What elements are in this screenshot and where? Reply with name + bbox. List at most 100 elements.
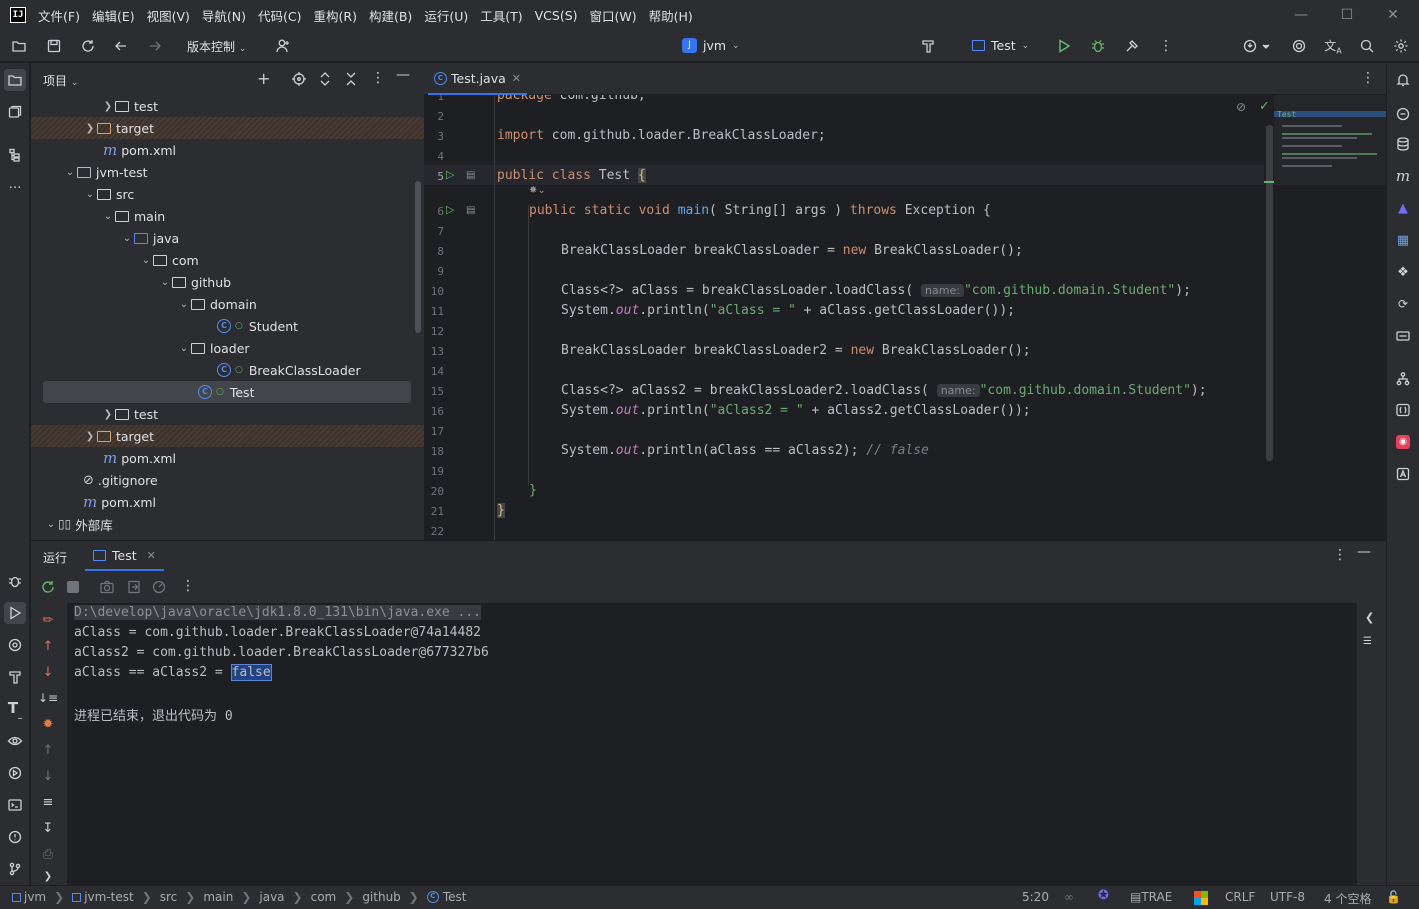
tree-item-student[interactable]: C ○ Student xyxy=(31,315,424,337)
menu-help[interactable]: 帮助(H) xyxy=(649,6,693,25)
chevron-down-icon[interactable]: ⌄ xyxy=(44,519,58,530)
editor-scrollbar[interactable] xyxy=(1266,125,1273,461)
tree-item-pom[interactable]: m pom.xml xyxy=(31,139,424,161)
tree-item-domain[interactable]: ⌄ domain xyxy=(31,293,424,315)
tree-item-breakclassloader[interactable]: C ○ BreakClassLoader xyxy=(31,359,424,381)
terminal-icon[interactable] xyxy=(4,794,26,816)
analyze-icon[interactable]: ✹ xyxy=(39,715,57,733)
no-problems-check-icon[interactable]: ✓ xyxy=(1259,99,1270,114)
minimap[interactable]: Test xyxy=(1274,95,1386,185)
breadcrumb-item[interactable]: main xyxy=(203,890,233,904)
maven-tool-icon[interactable]: m xyxy=(1394,167,1412,185)
json-icon[interactable] xyxy=(1394,401,1412,419)
tree-item-target[interactable]: ❯ target xyxy=(31,425,424,447)
ai-chat-icon[interactable] xyxy=(1394,105,1412,123)
project-view-icon[interactable] xyxy=(4,69,26,91)
notes-icon[interactable]: ▦ xyxy=(1394,231,1412,249)
chevron-down-icon[interactable]: ⌄ xyxy=(120,233,134,244)
run-options-icon[interactable]: ⋮ xyxy=(1333,547,1347,563)
project-scrollbar[interactable] xyxy=(415,181,421,333)
menu-vcs[interactable]: VCS(S) xyxy=(535,8,578,23)
forward-arrow-icon[interactable] xyxy=(145,36,165,56)
more-actions-icon[interactable]: ⋮ xyxy=(1156,36,1176,56)
intellij-logo-icon[interactable]: IJ xyxy=(10,7,26,23)
sort-icon[interactable]: ↓≡ xyxy=(38,689,58,707)
build-project-icon[interactable] xyxy=(1122,36,1142,56)
scroll-up-icon[interactable]: ↑ xyxy=(39,741,57,759)
save-icon[interactable] xyxy=(44,36,64,56)
chevron-down-icon[interactable]: ⌄ xyxy=(101,211,115,222)
lock-icon[interactable]: 🔓 xyxy=(1386,890,1401,904)
open-folder-icon[interactable] xyxy=(9,36,29,56)
database-icon[interactable] xyxy=(1394,135,1412,153)
settings-gear-icon[interactable] xyxy=(1391,36,1411,56)
build-tool-icon[interactable] xyxy=(4,666,26,688)
chevron-down-icon[interactable]: ⌄ xyxy=(177,299,191,310)
breadcrumb-item[interactable]: com xyxy=(311,890,337,904)
editor-tab-test-java[interactable]: C Test.java ✕ xyxy=(428,63,527,95)
tree-item-com[interactable]: ⌄ com xyxy=(31,249,424,271)
ai-hint-icon[interactable]: ✸⌄ xyxy=(529,185,546,196)
structure-icon[interactable] xyxy=(4,144,26,166)
breadcrumb-item[interactable]: Test xyxy=(443,890,467,904)
add-user-icon[interactable] xyxy=(273,36,293,56)
translate-tool-icon[interactable]: ⟳ xyxy=(1394,295,1412,313)
tool-a-icon[interactable] xyxy=(1394,465,1412,483)
menu-edit[interactable]: 编辑(E) xyxy=(92,6,135,25)
services-icon[interactable] xyxy=(4,634,26,656)
keyboard-icon[interactable] xyxy=(1394,327,1412,345)
run-tab-test[interactable]: Test ✕ xyxy=(85,541,164,571)
run-config-selector[interactable]: Test ⌄ xyxy=(972,38,1029,53)
hierarchy-icon[interactable] xyxy=(1394,370,1412,388)
pocket-icon[interactable]: ◉ xyxy=(1394,433,1412,451)
debug-tool-icon[interactable] xyxy=(4,570,26,592)
menu-run[interactable]: 运行(U) xyxy=(424,6,468,25)
caret-position[interactable]: 5:20 xyxy=(1022,890,1049,904)
link-icon[interactable]: ∞ xyxy=(1064,890,1074,904)
tree-item-gitignore[interactable]: ⊘ .gitignore xyxy=(31,469,424,491)
menu-refactor[interactable]: 重构(R) xyxy=(314,6,357,25)
menu-build[interactable]: 构建(B) xyxy=(369,6,412,25)
hide-panel-icon[interactable]: — xyxy=(396,67,410,83)
debug-icon[interactable] xyxy=(1088,36,1108,56)
line-separator[interactable]: CRLF xyxy=(1225,890,1255,904)
menu-tools[interactable]: 工具(T) xyxy=(480,6,522,25)
tree-item-test[interactable]: ❯ test xyxy=(31,403,424,425)
ai-assistant-icon[interactable] xyxy=(1289,36,1309,56)
tree-item-loader[interactable]: ⌄ loader xyxy=(31,337,424,359)
minimize-icon[interactable]: — xyxy=(1278,0,1324,30)
problems-icon[interactable] xyxy=(4,826,26,848)
menu-window[interactable]: 窗口(W) xyxy=(590,6,637,25)
exit-icon[interactable] xyxy=(126,579,142,595)
hide-run-panel-icon[interactable]: — xyxy=(1357,544,1371,560)
expand-all-icon[interactable] xyxy=(318,71,332,87)
terminal-t-icon[interactable]: T_ xyxy=(4,698,26,720)
tree-item-jvm-test[interactable]: ⌄ jvm-test xyxy=(31,161,424,183)
menu-view[interactable]: 视图(V) xyxy=(147,6,190,25)
tree-item-test-class[interactable]: C ○ Test xyxy=(43,381,411,403)
tree-item-src[interactable]: ⌄ src xyxy=(31,183,424,205)
print-icon[interactable]: ⎙ xyxy=(39,845,57,863)
back-arrow-icon[interactable] xyxy=(111,36,131,56)
collapse-sidebar-icon[interactable]: ❮ xyxy=(1365,611,1374,624)
implementation-gutter-icon[interactable]: ▤ xyxy=(466,170,475,181)
editor-options-icon[interactable]: ⋮ xyxy=(1361,70,1375,86)
pin-tab-icon[interactable]: ✏ xyxy=(39,611,57,629)
close-window-icon[interactable]: ✕ xyxy=(1370,0,1416,30)
search-icon[interactable] xyxy=(1357,36,1377,56)
breadcrumb-item[interactable]: github xyxy=(362,890,400,904)
breadcrumb-item[interactable]: jvm xyxy=(24,890,46,904)
file-encoding[interactable]: UTF-8 xyxy=(1270,890,1305,904)
run-class-gutter-icon[interactable]: ▷ xyxy=(446,168,454,181)
trae-widget[interactable]: ▤TRAE xyxy=(1130,890,1172,904)
translate-icon[interactable]: 文A xyxy=(1323,36,1343,56)
structure-side-icon[interactable]: ☰ xyxy=(1363,637,1372,647)
project-panel-title[interactable]: 项目 ⌄ xyxy=(43,72,78,89)
run-main-gutter-icon[interactable]: ▷ xyxy=(446,203,454,216)
tree-item-target[interactable]: ❯ target xyxy=(31,117,424,139)
windows-icon[interactable] xyxy=(1194,891,1208,905)
maximize-icon[interactable]: ☐ xyxy=(1324,0,1370,30)
code-editor[interactable]: 1 2 3 4 5 6 7 8 9 10 11 12 13 14 15 16 1… xyxy=(424,95,1386,540)
tree-item-pom[interactable]: m pom.xml xyxy=(31,491,424,513)
chevron-down-icon[interactable]: ⌄ xyxy=(63,167,77,178)
